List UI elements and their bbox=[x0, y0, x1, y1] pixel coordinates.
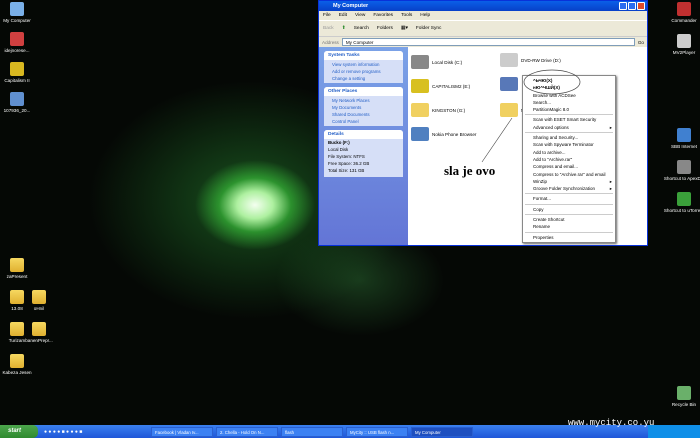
taskbar-button[interactable]: My Computer bbox=[411, 426, 473, 437]
taskbar-button[interactable]: MyCity :: USB flash n... bbox=[346, 426, 408, 437]
annotation-circle bbox=[523, 69, 581, 95]
system-tray[interactable] bbox=[648, 425, 700, 438]
annotation-line bbox=[481, 117, 513, 163]
taskbar-button[interactable]: flash bbox=[281, 426, 343, 437]
taskbar-button[interactable]: Facebook | Vladan Iv... bbox=[151, 426, 213, 437]
watermark: www.mycity.co.yu bbox=[568, 418, 655, 428]
annotation-drawing bbox=[481, 69, 581, 163]
taskbar-button[interactable]: 2. Chella - Hold On N... bbox=[216, 426, 278, 437]
start-button[interactable]: start bbox=[0, 425, 38, 438]
quick-launch[interactable]: ● ● ● ● ■ ● ● ● ■ bbox=[38, 429, 148, 435]
annotation-text: sla je ovo bbox=[444, 163, 496, 178]
